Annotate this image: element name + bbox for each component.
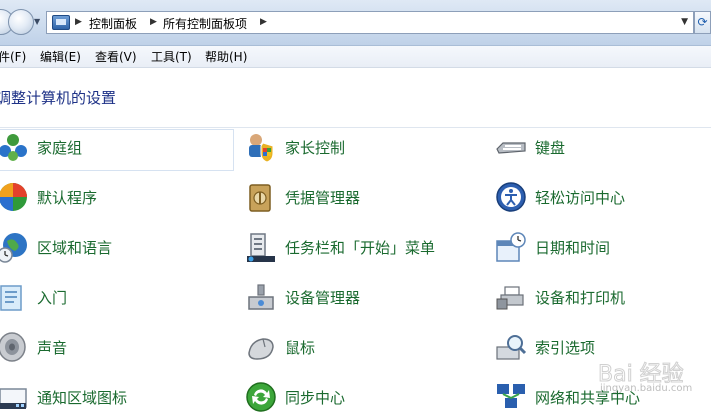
item-label: 家庭组 [37, 139, 83, 157]
sync-center-icon [246, 382, 276, 412]
menu-bar: 件(F) 编辑(E) 查看(V) 工具(T) 帮助(H) [0, 46, 711, 68]
notification-area-icon [0, 388, 27, 409]
menu-tools[interactable]: 工具(T) [151, 48, 192, 65]
address-dropdown-icon[interactable]: ▼ [681, 17, 688, 27]
refresh-icon: ⟳ [697, 15, 708, 29]
default-programs-icon [0, 183, 27, 211]
item-sync-center[interactable]: 同步中心 [245, 377, 475, 417]
item-device-manager[interactable]: 设备管理器 [245, 277, 475, 317]
breadcrumb-arrow-icon[interactable]: ▶ [150, 17, 157, 27]
item-getting-started[interactable]: 入门 [0, 277, 227, 317]
address-toolbar: ▼ ▶ 控制面板 ▶ 所有控制面板项 ▶ ▼ ⟳ [0, 0, 711, 46]
item-label: 入门 [37, 289, 68, 307]
getting-started-icon [0, 285, 22, 311]
menu-view[interactable]: 查看(V) [95, 48, 137, 65]
item-parental-controls[interactable]: 家长控制 [245, 127, 475, 167]
item-taskbar-start-menu[interactable]: 任务栏和「开始」菜单 [245, 227, 475, 267]
parental-controls-icon [249, 134, 274, 163]
item-label: 任务栏和「开始」菜单 [285, 239, 436, 257]
item-label: 轻松访问中心 [535, 189, 626, 207]
item-sound[interactable]: 声音 [0, 327, 227, 367]
keyboard-icon [496, 142, 526, 154]
item-label: 默认程序 [37, 189, 98, 207]
breadcrumb-arrow-icon[interactable]: ▶ [260, 17, 267, 27]
device-manager-icon [248, 284, 274, 310]
item-label: 同步中心 [285, 389, 346, 407]
taskbar-start-menu-icon [247, 233, 275, 262]
item-keyboard[interactable]: 键盘 [495, 127, 711, 167]
date-time-icon [496, 232, 526, 262]
mouse-icon [248, 338, 274, 360]
item-label: 日期和时间 [535, 239, 611, 257]
menu-file[interactable]: 件(F) [0, 48, 26, 65]
item-notification-area[interactable]: 通知区域图标 [0, 377, 227, 417]
forward-button[interactable] [8, 9, 34, 35]
breadcrumb-control-panel[interactable]: 控制面板 [89, 15, 137, 32]
page-title: 调整计算机的设置 [0, 89, 117, 107]
item-label: 设备管理器 [285, 289, 361, 307]
ease-of-access-icon [496, 182, 526, 212]
menu-help[interactable]: 帮助(H) [205, 48, 247, 65]
item-homegroup[interactable]: 家庭组 [0, 127, 227, 167]
watermark-url: jingyan.baidu.com [600, 383, 693, 394]
item-devices-printers[interactable]: 设备和打印机 [495, 277, 711, 317]
devices-printers-icon [496, 286, 524, 310]
item-indexing-options[interactable]: 索引选项 [495, 327, 711, 367]
control-panel-icon [52, 15, 70, 30]
item-default-programs[interactable]: 默认程序 [0, 177, 227, 217]
item-label: 通知区域图标 [37, 389, 128, 407]
refresh-button[interactable]: ⟳ [694, 11, 711, 34]
item-label: 凭据管理器 [285, 189, 361, 207]
network-sharing-icon [497, 384, 525, 408]
breadcrumb-all-items[interactable]: 所有控制面板项 [163, 15, 247, 32]
item-mouse[interactable]: 鼠标 [245, 327, 475, 367]
item-region-language[interactable]: 区域和语言 [0, 227, 227, 267]
item-label: 区域和语言 [37, 239, 113, 257]
item-label: 索引选项 [535, 339, 596, 357]
item-label: 设备和打印机 [535, 289, 626, 307]
region-language-icon [0, 233, 27, 263]
recent-pages-dropdown-icon[interactable]: ▼ [34, 17, 40, 26]
item-credential-manager[interactable]: 凭据管理器 [245, 177, 475, 217]
credential-manager-icon [249, 184, 271, 212]
menu-edit[interactable]: 编辑(E) [40, 48, 81, 65]
item-label: 鼠标 [285, 339, 316, 357]
item-label: 家长控制 [285, 139, 346, 157]
homegroup-icon [0, 134, 27, 161]
indexing-options-icon [496, 335, 527, 360]
address-field[interactable]: ▶ 控制面板 ▶ 所有控制面板项 ▶ ▼ [46, 11, 694, 34]
item-ease-of-access[interactable]: 轻松访问中心 [495, 177, 711, 217]
item-date-time[interactable]: 日期和时间 [495, 227, 711, 267]
item-label: 键盘 [535, 139, 566, 157]
breadcrumb-arrow-icon[interactable]: ▶ [75, 17, 82, 27]
item-label: 声音 [37, 339, 68, 357]
sound-icon [0, 332, 26, 362]
